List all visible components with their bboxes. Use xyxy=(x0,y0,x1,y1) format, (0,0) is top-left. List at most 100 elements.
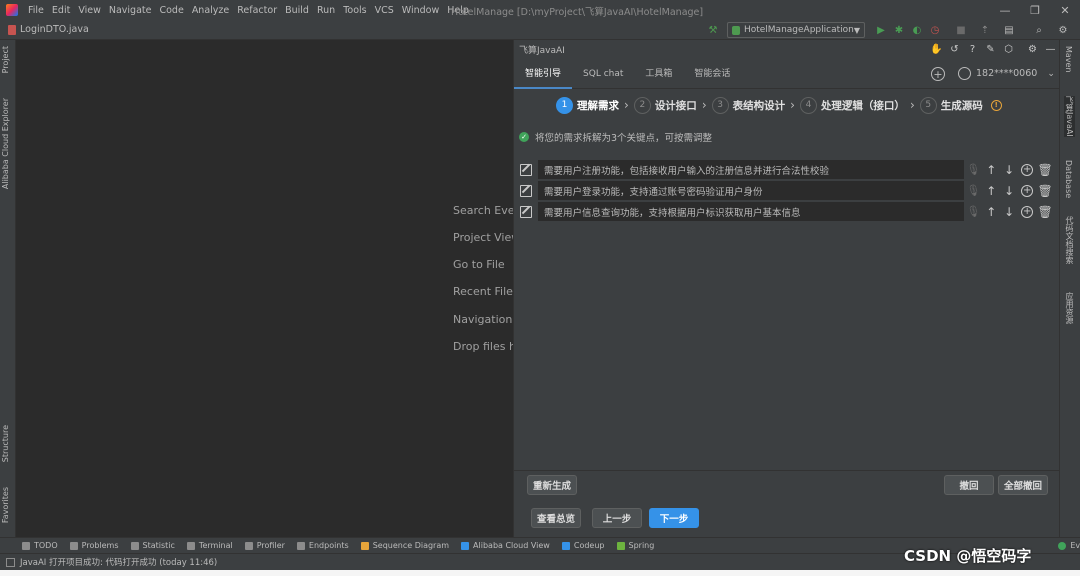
step-5[interactable]: 5 生成源码 xyxy=(919,96,983,114)
menu-file[interactable]: File xyxy=(24,5,48,16)
requirement-input[interactable]: 需要用户注册功能，包括接收用户输入的注册信息并进行合法性校验 xyxy=(537,160,965,179)
status-bar-message[interactable]: JavaAI 打开项目成功: 代码打开成功 (today 11:46) xyxy=(6,556,217,568)
hammer-icon[interactable]: ⚒ xyxy=(706,23,720,37)
menu-window[interactable]: Window xyxy=(398,5,443,16)
tab-project[interactable]: Project xyxy=(1,46,10,73)
file-breadcrumb[interactable]: LoginDTO.java xyxy=(8,24,89,35)
menu-vcs[interactable]: VCS xyxy=(371,5,398,16)
info-icon[interactable]: ! xyxy=(990,99,1002,111)
tab-maven[interactable]: Maven xyxy=(1064,46,1073,73)
search-icon[interactable]: ⌕ xyxy=(1032,23,1046,37)
step-2[interactable]: 2 设计接口 xyxy=(633,96,697,114)
user-account[interactable]: 182****0060 ⌄ xyxy=(958,67,1055,80)
project-structure-icon[interactable]: ▤ xyxy=(1002,23,1016,37)
move-down-icon[interactable]: ↓ xyxy=(1000,182,1018,200)
move-down-icon[interactable]: ↓ xyxy=(1000,161,1018,179)
microphone-icon[interactable]: 🎙 xyxy=(964,182,982,200)
step-3[interactable]: 3 表结构设计 xyxy=(711,96,785,114)
move-up-icon[interactable]: ↑ xyxy=(982,203,1000,221)
run-icon[interactable]: ▶ xyxy=(874,23,888,37)
tab-toolbox[interactable]: 工具箱 xyxy=(634,59,683,89)
tool-sequence-diagram[interactable]: Sequence Diagram xyxy=(360,541,449,550)
step-1[interactable]: 1 理解需求 xyxy=(556,96,619,114)
tab-smart-chat[interactable]: 智能会话 xyxy=(683,59,741,89)
hand-icon[interactable]: ✋ xyxy=(930,43,943,56)
history-icon[interactable]: ↺ xyxy=(948,43,961,56)
profile-icon[interactable]: ◷ xyxy=(928,23,942,37)
chevron-down-icon: ⌄ xyxy=(1047,68,1055,79)
menu-code[interactable]: Code xyxy=(155,5,187,16)
delete-icon[interactable]: 🗑 xyxy=(1036,182,1054,200)
shield-icon[interactable]: ⬡ xyxy=(1002,43,1015,56)
add-item-icon[interactable]: + xyxy=(1018,182,1036,200)
menu-tools[interactable]: Tools xyxy=(339,5,370,16)
requirement-input[interactable]: 需要用户信息查询功能，支持根据用户标识获取用户基本信息 xyxy=(537,202,965,221)
tab-database[interactable]: Database xyxy=(1064,160,1073,198)
tool-label: Codeup xyxy=(573,541,605,550)
menu-navigate[interactable]: Navigate xyxy=(105,5,156,16)
tool-event-log[interactable]: Event Log xyxy=(1058,541,1080,550)
panel-tabs: 智能引导 SQL chat 工具箱 智能会话 + 182****0060 ⌄ xyxy=(514,59,1060,89)
tab-sql-chat[interactable]: SQL chat xyxy=(572,59,634,89)
edit-icon[interactable] xyxy=(520,163,532,176)
tool-spring[interactable]: Spring xyxy=(616,541,654,550)
tab-structure[interactable]: Structure xyxy=(1,425,10,462)
microphone-icon[interactable]: 🎙 xyxy=(964,203,982,221)
tab-app-resources[interactable]: 应用资源 xyxy=(1064,292,1075,324)
add-session-icon[interactable]: + xyxy=(931,67,945,81)
gear-icon[interactable]: ⚙ xyxy=(1026,43,1039,56)
menu-refactor[interactable]: Refactor xyxy=(233,5,281,16)
vcs-update-icon[interactable]: ⇡ xyxy=(978,23,992,37)
menu-run[interactable]: Run xyxy=(313,5,339,16)
menu-view[interactable]: View xyxy=(74,5,105,16)
undo-button[interactable]: 撤回 xyxy=(944,475,994,495)
settings-icon[interactable]: ⚙ xyxy=(1056,23,1070,37)
run-config-select[interactable]: HotelManageApplication ▼ xyxy=(727,22,865,38)
tab-alibaba-cloud-explorer[interactable]: Alibaba Cloud Explorer xyxy=(1,98,10,189)
menu-edit[interactable]: Edit xyxy=(48,5,74,16)
move-up-icon[interactable]: ↑ xyxy=(982,182,1000,200)
coverage-icon[interactable]: ◐ xyxy=(910,23,924,37)
tool-codeup[interactable]: Codeup xyxy=(561,541,605,550)
edit-icon[interactable]: ✎ xyxy=(984,43,997,56)
add-item-icon[interactable]: + xyxy=(1018,161,1036,179)
undo-all-button[interactable]: 全部撤回 xyxy=(998,475,1048,495)
tool-endpoints[interactable]: Endpoints xyxy=(296,541,349,550)
tab-favorites[interactable]: Favorites xyxy=(1,487,10,523)
view-overview-button[interactable]: 查看总览 xyxy=(531,508,581,528)
tool-statistic[interactable]: Statistic xyxy=(130,541,175,550)
debug-icon[interactable]: ✱ xyxy=(892,23,906,37)
next-step-button[interactable]: 下一步 xyxy=(649,508,699,528)
move-down-icon[interactable]: ↓ xyxy=(1000,203,1018,221)
stop-icon[interactable]: ■ xyxy=(954,23,968,37)
menu-analyze[interactable]: Analyze xyxy=(188,5,233,16)
delete-icon[interactable]: 🗑 xyxy=(1036,161,1054,179)
requirement-input[interactable]: 需要用户登录功能，支持通过账号密码验证用户身份 xyxy=(537,181,965,200)
tool-profiler[interactable]: Profiler xyxy=(244,541,285,550)
minimize-icon[interactable]: — xyxy=(990,0,1020,20)
tool-terminal[interactable]: Terminal xyxy=(186,541,233,550)
move-up-icon[interactable]: ↑ xyxy=(982,161,1000,179)
editor-area[interactable]: Search Everywhere Project View Go to Fil… xyxy=(16,40,513,537)
delete-icon[interactable]: 🗑 xyxy=(1036,203,1054,221)
step-4[interactable]: 4 处理逻辑（接口） xyxy=(799,96,905,114)
close-icon[interactable]: ✕ xyxy=(1050,0,1080,20)
tab-code-doc-search[interactable]: 代码文档搜索 xyxy=(1064,216,1075,264)
tab-javaai[interactable]: 飞算JavaAI xyxy=(1064,96,1075,137)
hint-go-to-file: Go to File xyxy=(453,258,505,271)
tab-smart-guide[interactable]: 智能引导 xyxy=(514,59,573,89)
help-icon[interactable]: ? xyxy=(966,43,979,56)
edit-icon[interactable] xyxy=(520,205,532,218)
hide-panel-icon[interactable]: — xyxy=(1044,43,1057,56)
tool-alibaba-cloud-view[interactable]: Alibaba Cloud View xyxy=(461,541,550,550)
add-item-icon[interactable]: + xyxy=(1018,203,1036,221)
restore-icon[interactable]: ❐ xyxy=(1020,0,1050,20)
menu-build[interactable]: Build xyxy=(281,5,313,16)
tool-todo[interactable]: TODO xyxy=(22,541,58,550)
check-circle-icon: ✓ xyxy=(519,132,529,142)
regenerate-button[interactable]: 重新生成 xyxy=(527,475,577,495)
previous-step-button[interactable]: 上一步 xyxy=(592,508,642,528)
microphone-icon[interactable]: 🎙 xyxy=(964,161,982,179)
tool-problems[interactable]: Problems xyxy=(69,541,119,550)
edit-icon[interactable] xyxy=(520,184,532,197)
